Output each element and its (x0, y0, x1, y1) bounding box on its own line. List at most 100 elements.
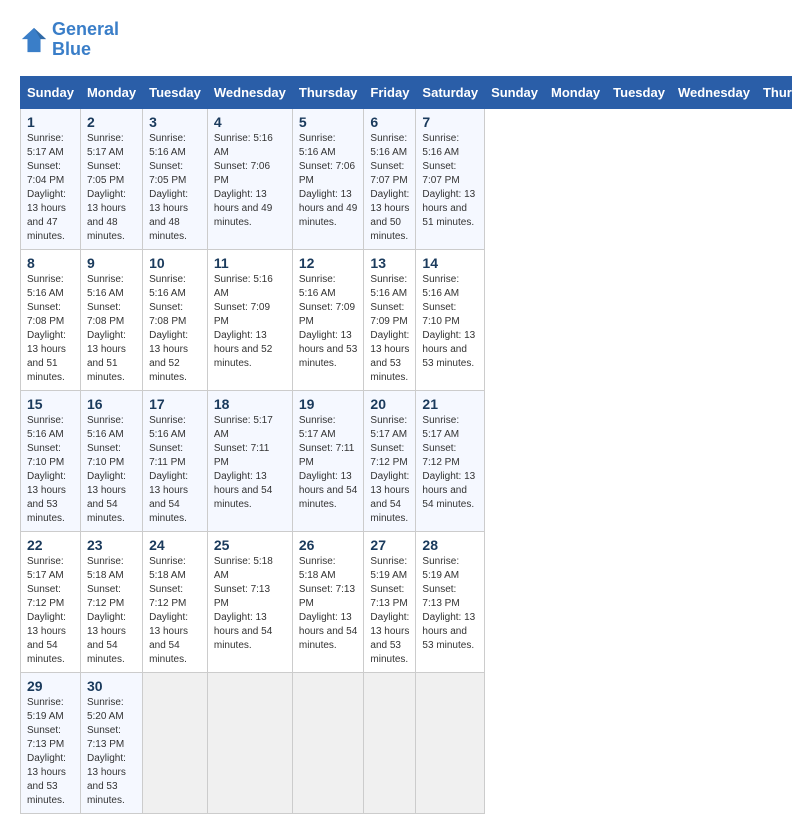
day-number: 19 (299, 396, 358, 412)
day-number: 11 (214, 255, 286, 271)
day-info: Sunrise: 5:18 AMSunset: 7:12 PMDaylight:… (87, 556, 126, 665)
day-info: Sunrise: 5:17 AMSunset: 7:12 PMDaylight:… (370, 415, 409, 524)
calendar-cell: 16 Sunrise: 5:16 AMSunset: 7:10 PMDayligh… (80, 390, 142, 531)
day-number: 27 (370, 537, 409, 553)
calendar-cell: 3 Sunrise: 5:16 AMSunset: 7:05 PMDaylight… (143, 108, 208, 249)
calendar-table: SundayMondayTuesdayWednesdayThursdayFrid… (20, 76, 792, 814)
calendar-week-5: 29Sunrise: 5:19 AMSunset: 7:13 PMDayligh… (21, 672, 792, 813)
day-number: 16 (87, 396, 136, 412)
day-info: Sunrise: 5:16 AMSunset: 7:09 PMDaylight:… (370, 274, 409, 383)
day-number: 15 (27, 396, 74, 412)
calendar-cell: 18 Sunrise: 5:17 AMSunset: 7:11 PMDayligh… (207, 390, 292, 531)
calendar-cell: 19Sunrise: 5:17 AMSunset: 7:11 PMDayligh… (292, 390, 364, 531)
day-number: 21 (422, 396, 478, 412)
col-header-sunday: Sunday (485, 76, 545, 108)
calendar-cell: 27 Sunrise: 5:19 AMSunset: 7:13 PMDayligh… (364, 531, 416, 672)
day-info: Sunrise: 5:16 AMSunset: 7:09 PMDaylight:… (299, 274, 357, 369)
day-number: 30 (87, 678, 136, 694)
col-header-monday: Monday (545, 76, 607, 108)
calendar-cell: 11 Sunrise: 5:16 AMSunset: 7:09 PMDayligh… (207, 249, 292, 390)
day-info: Sunrise: 5:16 AMSunset: 7:08 PMDaylight:… (27, 274, 66, 383)
col-header-monday: Monday (80, 76, 142, 108)
calendar-cell (207, 672, 292, 813)
calendar-cell (143, 672, 208, 813)
col-header-thursday: Thursday (756, 76, 792, 108)
calendar-cell: 12 Sunrise: 5:16 AMSunset: 7:09 PMDayligh… (292, 249, 364, 390)
day-info: Sunrise: 5:16 AMSunset: 7:07 PMDaylight:… (370, 133, 409, 242)
day-number: 25 (214, 537, 286, 553)
day-info: Sunrise: 5:16 AMSunset: 7:10 PMDaylight:… (87, 415, 126, 524)
day-number: 10 (149, 255, 201, 271)
day-number: 5 (299, 114, 358, 130)
day-number: 13 (370, 255, 409, 271)
calendar-cell: 22 Sunrise: 5:17 AMSunset: 7:12 PMDayligh… (21, 531, 81, 672)
calendar-week-2: 8Sunrise: 5:16 AMSunset: 7:08 PMDaylight… (21, 249, 792, 390)
day-number: 3 (149, 114, 201, 130)
calendar-cell: 25 Sunrise: 5:18 AMSunset: 7:13 PMDayligh… (207, 531, 292, 672)
day-number: 20 (370, 396, 409, 412)
day-number: 1 (27, 114, 74, 130)
day-info: Sunrise: 5:17 AMSunset: 7:11 PMDaylight:… (214, 415, 273, 510)
day-info: Sunrise: 5:18 AMSunset: 7:13 PMDaylight:… (299, 556, 357, 651)
calendar-cell: 8Sunrise: 5:16 AMSunset: 7:08 PMDaylight… (21, 249, 81, 390)
calendar-cell: 21 Sunrise: 5:17 AMSunset: 7:12 PMDayligh… (416, 390, 485, 531)
logo-icon (20, 26, 48, 54)
day-number: 23 (87, 537, 136, 553)
calendar-cell: 20 Sunrise: 5:17 AMSunset: 7:12 PMDayligh… (364, 390, 416, 531)
day-number: 22 (27, 537, 74, 553)
day-info: Sunrise: 5:19 AMSunset: 7:13 PMDaylight:… (370, 556, 409, 665)
calendar-cell: 13 Sunrise: 5:16 AMSunset: 7:09 PMDayligh… (364, 249, 416, 390)
calendar-cell: 2 Sunrise: 5:17 AMSunset: 7:05 PMDaylight… (80, 108, 142, 249)
logo-text: General Blue (52, 20, 119, 60)
calendar-cell: 4Sunrise: 5:16 AMSunset: 7:06 PMDaylight… (207, 108, 292, 249)
day-info: Sunrise: 5:17 AMSunset: 7:12 PMDaylight:… (422, 415, 475, 510)
day-info: Sunrise: 5:16 AMSunset: 7:06 PMDaylight:… (214, 133, 273, 228)
calendar-cell (416, 672, 485, 813)
day-number: 9 (87, 255, 136, 271)
calendar-cell: 7Sunrise: 5:16 AMSunset: 7:07 PMDaylight… (416, 108, 485, 249)
col-header-tuesday: Tuesday (143, 76, 208, 108)
day-number: 17 (149, 396, 201, 412)
page-header: General Blue (20, 20, 772, 60)
day-number: 26 (299, 537, 358, 553)
calendar-cell: 10 Sunrise: 5:16 AMSunset: 7:08 PMDayligh… (143, 249, 208, 390)
day-info: Sunrise: 5:17 AMSunset: 7:12 PMDaylight:… (27, 556, 66, 665)
calendar-week-4: 22 Sunrise: 5:17 AMSunset: 7:12 PMDayligh… (21, 531, 792, 672)
day-number: 2 (87, 114, 136, 130)
day-number: 18 (214, 396, 286, 412)
day-info: Sunrise: 5:17 AMSunset: 7:05 PMDaylight:… (87, 133, 126, 242)
day-info: Sunrise: 5:18 AMSunset: 7:12 PMDaylight:… (149, 556, 188, 665)
calendar-cell: 23 Sunrise: 5:18 AMSunset: 7:12 PMDayligh… (80, 531, 142, 672)
day-info: Sunrise: 5:16 AMSunset: 7:08 PMDaylight:… (87, 274, 126, 383)
day-info: Sunrise: 5:16 AMSunset: 7:11 PMDaylight:… (149, 415, 188, 524)
calendar-cell: 17 Sunrise: 5:16 AMSunset: 7:11 PMDayligh… (143, 390, 208, 531)
calendar-week-1: 1 Sunrise: 5:17 AMSunset: 7:04 PMDaylight… (21, 108, 792, 249)
day-info: Sunrise: 5:16 AMSunset: 7:05 PMDaylight:… (149, 133, 188, 242)
col-header-friday: Friday (364, 76, 416, 108)
col-header-sunday: Sunday (21, 76, 81, 108)
calendar-cell: 14Sunrise: 5:16 AMSunset: 7:10 PMDayligh… (416, 249, 485, 390)
day-info: Sunrise: 5:16 AMSunset: 7:07 PMDaylight:… (422, 133, 475, 228)
calendar-cell: 28Sunrise: 5:19 AMSunset: 7:13 PMDayligh… (416, 531, 485, 672)
day-number: 12 (299, 255, 358, 271)
calendar-cell: 26 Sunrise: 5:18 AMSunset: 7:13 PMDayligh… (292, 531, 364, 672)
day-info: Sunrise: 5:18 AMSunset: 7:13 PMDaylight:… (214, 556, 273, 651)
day-number: 29 (27, 678, 74, 694)
calendar-cell: 1 Sunrise: 5:17 AMSunset: 7:04 PMDaylight… (21, 108, 81, 249)
day-number: 14 (422, 255, 478, 271)
calendar-cell (364, 672, 416, 813)
header-row: SundayMondayTuesdayWednesdayThursdayFrid… (21, 76, 792, 108)
calendar-cell: 15Sunrise: 5:16 AMSunset: 7:10 PMDayligh… (21, 390, 81, 531)
day-info: Sunrise: 5:20 AMSunset: 7:13 PMDaylight:… (87, 697, 126, 806)
col-header-wednesday: Wednesday (671, 76, 756, 108)
day-info: Sunrise: 5:16 AMSunset: 7:08 PMDaylight:… (149, 274, 188, 383)
day-info: Sunrise: 5:17 AMSunset: 7:04 PMDaylight:… (27, 133, 66, 242)
calendar-cell (292, 672, 364, 813)
logo: General Blue (20, 20, 119, 60)
day-info: Sunrise: 5:16 AMSunset: 7:06 PMDaylight:… (299, 133, 357, 228)
col-header-wednesday: Wednesday (207, 76, 292, 108)
day-info: Sunrise: 5:16 AMSunset: 7:09 PMDaylight:… (214, 274, 273, 369)
col-header-tuesday: Tuesday (607, 76, 672, 108)
calendar-cell: 24 Sunrise: 5:18 AMSunset: 7:12 PMDayligh… (143, 531, 208, 672)
day-number: 24 (149, 537, 201, 553)
